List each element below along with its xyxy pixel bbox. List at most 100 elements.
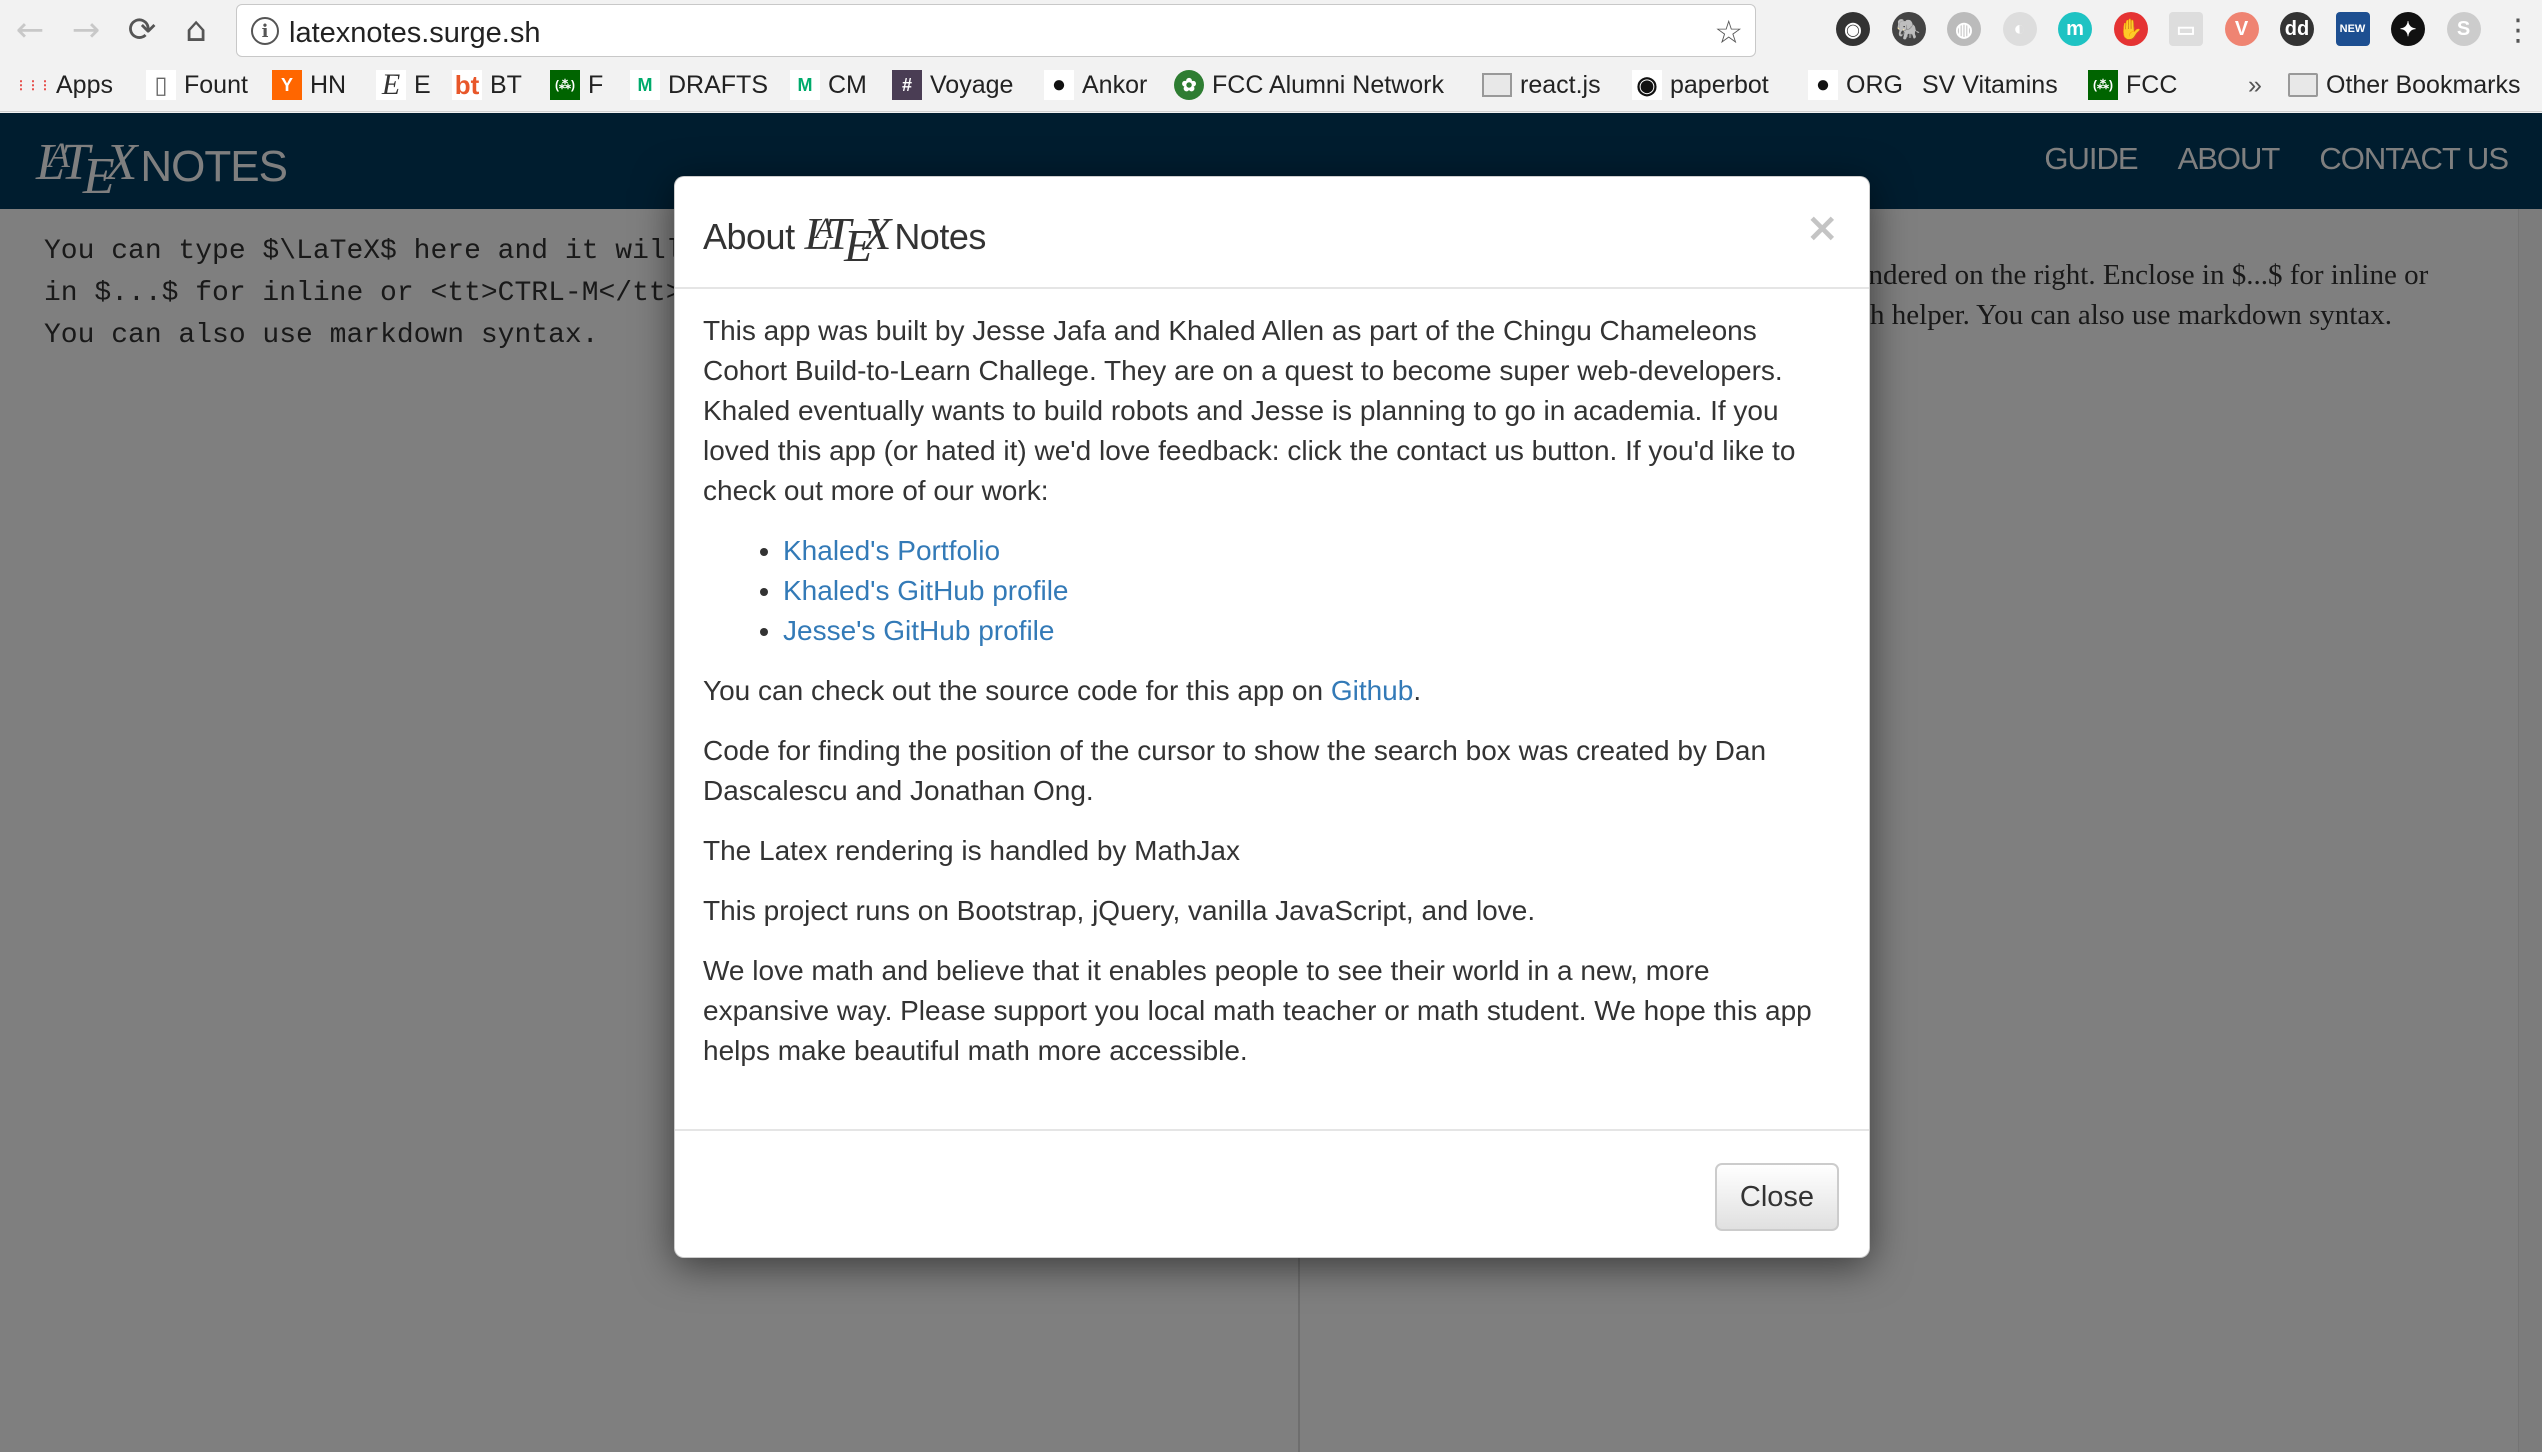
dd-extension-icon[interactable]: dd — [2280, 12, 2314, 46]
bookmark-voyage[interactable]: # Voyage — [892, 68, 1013, 102]
other-bookmarks-folder[interactable]: Other Bookmarks — [2288, 68, 2521, 102]
modal-title-prefix: About — [703, 216, 795, 257]
home-button[interactable]: ⌂ — [176, 10, 216, 50]
bookmark-ankor[interactable]: ● Ankor — [1044, 68, 1147, 102]
bookmark-react-js[interactable]: ▭ react.js — [1482, 68, 1601, 102]
skype-extension-icon[interactable]: S — [2446, 12, 2481, 46]
bookmark-apps[interactable]: ⋮⋮⋮ Apps — [15, 68, 113, 102]
bookmark-fcc[interactable]: (⁂) FCC — [2088, 68, 2177, 102]
globe-extension-icon[interactable]: ◍ — [1947, 12, 1981, 46]
back-button[interactable]: ← — [10, 10, 50, 50]
double-chevron-icon: » — [2248, 70, 2262, 99]
bookmark-label: ORG — [1846, 70, 1903, 99]
evernote-extension-icon[interactable]: 🐘 — [1891, 12, 1926, 46]
paperbot-icon: ◉ — [1632, 70, 1662, 100]
address-bar[interactable]: i latexnotes.surge.sh ☆ — [236, 4, 1756, 57]
bookmark-label: FCC — [2126, 70, 2178, 99]
home-icon: ⌂ — [185, 10, 207, 50]
slack-icon: # — [892, 70, 922, 100]
bookmark-star-icon[interactable]: ☆ — [1714, 13, 1743, 51]
folder-icon — [2288, 73, 2318, 97]
bookmark-label: Apps — [56, 70, 113, 99]
vivaldi-extension-icon[interactable]: V — [2224, 12, 2259, 46]
forward-button[interactable]: → — [66, 10, 106, 50]
e-icon: E — [376, 68, 406, 101]
bookmark-label: FCC Alumni Network — [1212, 70, 1444, 99]
khaled-github-link[interactable]: Khaled's GitHub profile — [783, 575, 1069, 606]
bookmark-label: Voyage — [930, 70, 1014, 99]
modal-header: About LATEX Notes × — [675, 177, 1869, 289]
json-viewer-extension-icon[interactable]: ◐ — [2002, 12, 2037, 46]
bookmark-label: BT — [490, 70, 522, 99]
bookmark-paperbot[interactable]: ◉ paperbot — [1632, 68, 1769, 102]
fcc-alumni-icon: ✿ — [1174, 70, 1204, 100]
bookmark-fcc-alumni-network[interactable]: ✿ FCC Alumni Network — [1174, 68, 1444, 102]
bookmark-label: SV Vitamins — [1922, 70, 2058, 99]
browser-toolbar: ← → ⟳ ⌂ i latexnotes.surge.sh ☆ ◉ 🐘 ◍ ◐ m ✋ ▭ V… — [0, 0, 2542, 60]
bookmark-label: HN — [310, 70, 347, 99]
bookmark-cm[interactable]: M CM — [790, 68, 867, 102]
about-paragraph: This app was built by Jesse Jafa and Kha… — [703, 315, 1796, 506]
back-arrow-icon: ← — [15, 10, 45, 50]
latex-letter: E — [844, 220, 872, 271]
bookmark-label: DRAFTS — [668, 70, 768, 99]
bookmark-label: Fount — [184, 70, 248, 99]
discover-devtools-extension-icon[interactable]: ▭ — [2169, 12, 2203, 46]
profile-links-list: Khaled's Portfolio Khaled's GitHub profi… — [703, 531, 1843, 651]
kebab-menu-icon: ⋮ — [2503, 12, 2533, 48]
source-suffix: . — [1413, 675, 1422, 706]
bookmark-label: CM — [828, 70, 867, 99]
bookmarks-overflow-button[interactable]: » — [2248, 68, 2262, 102]
freecodecamp-icon: (⁂) — [2088, 70, 2118, 100]
close-button[interactable]: Close — [1715, 1163, 1839, 1231]
about-modal: About LATEX Notes × This app was built b… — [674, 176, 1870, 1258]
bookmark-label: E — [414, 70, 431, 99]
modal-footer: Close — [675, 1129, 1869, 1259]
bookmark-fount[interactable]: ▯ Fount — [146, 68, 248, 102]
cursor-credit-paragraph: Code for finding the position of the cur… — [703, 735, 1767, 806]
list-item: Khaled's Portfolio — [783, 531, 1843, 571]
source-code-paragraph: You can check out the source code for th… — [703, 671, 1843, 711]
bookmark-label: paperbot — [1670, 70, 1769, 99]
bookmark-label: Ankor — [1082, 70, 1148, 99]
other-bookmarks-label: Other Bookmarks — [2326, 70, 2521, 99]
bookmark-hn[interactable]: Y HN — [272, 68, 346, 102]
apps-grid-icon: ⋮⋮⋮ — [15, 78, 51, 92]
latex-logo: LATEX — [805, 207, 892, 271]
modal-title: About LATEX Notes — [703, 207, 986, 271]
medium-icon: M — [790, 70, 820, 100]
bookmark-label: F — [588, 70, 604, 99]
bookmark-e[interactable]: EE — [376, 68, 431, 102]
github-source-link[interactable]: Github — [1331, 675, 1414, 706]
hacker-news-icon: Y — [272, 70, 302, 100]
bookmark-label: react.js — [1520, 70, 1601, 99]
page-icon: ▯ — [146, 70, 176, 100]
news-extension-icon[interactable]: NEW — [2335, 12, 2370, 46]
bookmark-bt[interactable]: bt BT — [452, 68, 522, 102]
bookmark-drafts[interactable]: M DRAFTS — [630, 68, 768, 102]
bt-icon: bt — [452, 70, 482, 100]
github-icon: ● — [1808, 70, 1838, 100]
mercury-extension-icon[interactable]: m — [2058, 12, 2092, 46]
list-item: Khaled's GitHub profile — [783, 571, 1843, 611]
github-icon: ● — [1044, 70, 1074, 100]
site-info-icon[interactable]: i — [251, 17, 279, 45]
folder-icon: ▭ — [1482, 73, 1512, 97]
close-icon[interactable]: × — [1805, 205, 1839, 251]
url-text[interactable]: latexnotes.surge.sh — [289, 17, 540, 50]
mission-paragraph: We love math and believe that it enables… — [703, 955, 1812, 1066]
mathjax-paragraph: The Latex rendering is handled by MathJa… — [703, 835, 1240, 866]
ninja-extension-icon[interactable]: ✦ — [2391, 12, 2425, 46]
forward-arrow-icon: → — [71, 10, 101, 50]
khaled-portfolio-link[interactable]: Khaled's Portfolio — [783, 535, 1000, 566]
bookmark-org[interactable]: ● ORG — [1808, 68, 1903, 102]
browser-menu-button[interactable]: ⋮ — [2498, 10, 2538, 50]
bookmark-f[interactable]: (⁂) F — [550, 68, 603, 102]
tech-stack-paragraph: This project runs on Bootstrap, jQuery, … — [703, 895, 1536, 926]
camera-extension-icon[interactable]: ◉ — [1836, 12, 1870, 46]
reload-button[interactable]: ⟳ — [122, 10, 162, 50]
source-prefix: You can check out the source code for th… — [703, 675, 1331, 706]
adblock-extension-icon[interactable]: ✋ — [2113, 12, 2148, 46]
bookmark-sv-vitamins[interactable]: SV Vitamins — [1922, 68, 2058, 102]
jesse-github-link[interactable]: Jesse's GitHub profile — [783, 615, 1054, 646]
